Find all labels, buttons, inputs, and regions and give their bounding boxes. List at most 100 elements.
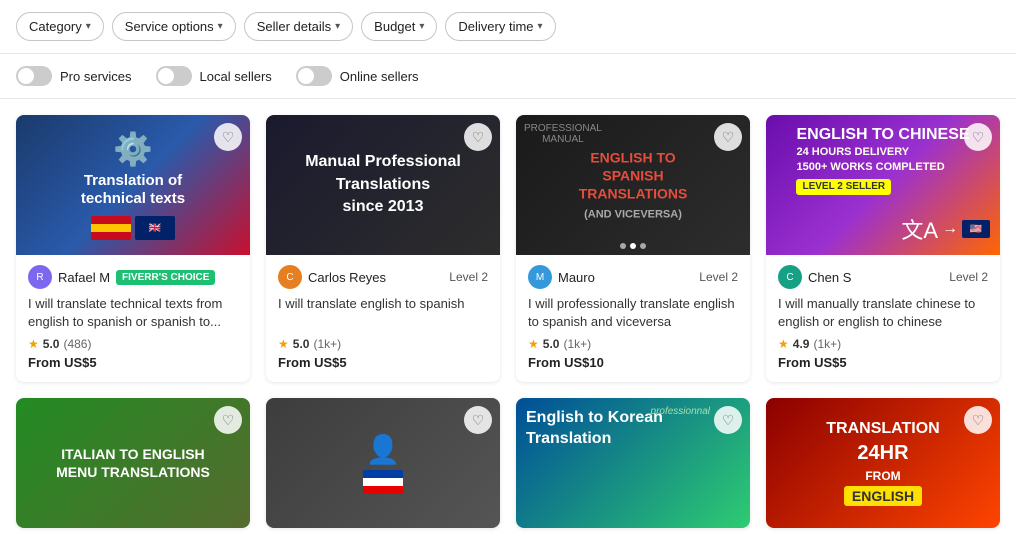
pro-services-label: Pro services	[60, 69, 132, 84]
price: From US$5	[28, 355, 238, 370]
gig-title: I will translate technical texts from en…	[28, 295, 238, 331]
chevron-down-icon: ▾	[86, 21, 91, 32]
seller-info: C Carlos Reyes Level 2	[278, 265, 488, 289]
card-image-6: 👤 ♡	[266, 398, 500, 528]
gig-title: I will professionally translate english …	[528, 295, 738, 331]
rating-value: 5.0	[543, 337, 560, 351]
card-image-7: English to Korean Translation profession…	[516, 398, 750, 528]
card-body: M Mauro Level 2 I will professionally tr…	[516, 255, 750, 382]
card-body: C Chen S Level 2 I will manually transla…	[766, 255, 1000, 382]
fiverrs-choice-badge: FIVERR'S CHOICE	[116, 270, 215, 285]
category-filter[interactable]: Category ▾	[16, 12, 104, 41]
card-body: R Rafael M FIVERR'S CHOICE I will transl…	[16, 255, 250, 382]
seller-level-badge: Level 2	[949, 270, 988, 284]
star-icon: ★	[528, 337, 539, 351]
rating: ★ 4.9 (1k+)	[778, 337, 988, 351]
card-image-3: PROFESSIONALMANUAL ENGLISH TO SPANISHTRA…	[516, 115, 750, 255]
avatar: C	[278, 265, 302, 289]
card-image-5: ITALIAN TO ENGLISHMENU TRANSLATIONS ♡	[16, 398, 250, 528]
avatar: M	[528, 265, 552, 289]
avatar: C	[778, 265, 802, 289]
rating-value: 4.9	[793, 337, 810, 351]
online-sellers-toggle-item: Online sellers	[296, 66, 419, 86]
review-count: (1k+)	[563, 337, 591, 351]
rating: ★ 5.0 (1k+)	[278, 337, 488, 351]
flag-cn: 🇺🇸	[962, 220, 990, 238]
rating: ★ 5.0 (486)	[28, 337, 238, 351]
online-sellers-label: Online sellers	[340, 69, 419, 84]
pro-services-toggle[interactable]	[16, 66, 52, 86]
gig-title: I will manually translate chinese to eng…	[778, 295, 988, 331]
local-sellers-label: Local sellers	[200, 69, 272, 84]
gig-card-7[interactable]: English to Korean Translation profession…	[516, 398, 750, 528]
gig-card-8[interactable]: TRANSLATION 24HR from ENGLISH ♡	[766, 398, 1000, 528]
seller-details-filter[interactable]: Seller details ▾	[244, 12, 353, 41]
seller-level-badge: Level 2	[449, 270, 488, 284]
star-icon: ★	[278, 337, 289, 351]
seller-info: R Rafael M FIVERR'S CHOICE	[28, 265, 238, 289]
professional-label: PROFESSIONALMANUAL	[524, 123, 602, 145]
local-sellers-toggle-item: Local sellers	[156, 66, 272, 86]
gig-card-1[interactable]: ⚙️ Translation oftechnical texts 🇬🇧 ♡ R …	[16, 115, 250, 382]
rating-value: 5.0	[293, 337, 310, 351]
rating: ★ 5.0 (1k+)	[528, 337, 738, 351]
seller-info: C Chen S Level 2	[778, 265, 988, 289]
budget-filter[interactable]: Budget ▾	[361, 12, 437, 41]
cards-grid: ⚙️ Translation oftechnical texts 🇬🇧 ♡ R …	[16, 115, 1000, 528]
english-label: ENGLISH	[844, 486, 922, 506]
spain-flag	[91, 216, 131, 240]
seller-name: Chen S	[808, 270, 851, 285]
wishlist-button[interactable]: ♡	[464, 123, 492, 151]
gig-card-5[interactable]: ITALIAN TO ENGLISHMENU TRANSLATIONS ♡	[16, 398, 250, 528]
chevron-down-icon: ▾	[538, 21, 543, 32]
person-icon: 👤	[363, 433, 403, 466]
review-count: (486)	[63, 337, 91, 351]
gig-card-4[interactable]: ENGLISH TO CHINESE 24 HOURS DELIVERY 150…	[766, 115, 1000, 382]
toggle-knob	[18, 68, 34, 84]
card-body: C Carlos Reyes Level 2 I will translate …	[266, 255, 500, 382]
wishlist-button[interactable]: ♡	[214, 123, 242, 151]
wishlist-button[interactable]: ♡	[964, 123, 992, 151]
card-overlay-text: ENGLISH TO SPANISHTRANSLATIONS(AND VICEV…	[575, 149, 692, 222]
star-icon: ★	[778, 337, 789, 351]
toggle-knob	[298, 68, 314, 84]
review-count: (1k+)	[313, 337, 341, 351]
gear-icon: ⚙️	[81, 130, 185, 168]
service-options-filter[interactable]: Service options ▾	[112, 12, 236, 41]
dot	[640, 243, 646, 249]
price: From US$5	[278, 355, 488, 370]
pro-services-toggle-item: Pro services	[16, 66, 132, 86]
seller-name: Rafael M	[58, 270, 110, 285]
wishlist-button[interactable]: ♡	[714, 123, 742, 151]
local-sellers-toggle[interactable]	[156, 66, 192, 86]
card-image-8: TRANSLATION 24HR from ENGLISH ♡	[766, 398, 1000, 528]
price: From US$5	[778, 355, 988, 370]
chevron-down-icon: ▾	[218, 21, 223, 32]
cards-section: ⚙️ Translation oftechnical texts 🇬🇧 ♡ R …	[0, 99, 1016, 544]
filter-bar: Category ▾ Service options ▾ Seller deta…	[0, 0, 1016, 54]
seller-level-badge: Level 2	[699, 270, 738, 284]
gig-card-2[interactable]: Manual ProfessionalTranslationssince 201…	[266, 115, 500, 382]
seller-info: M Mauro Level 2	[528, 265, 738, 289]
seller-name: Carlos Reyes	[308, 270, 386, 285]
rating-value: 5.0	[43, 337, 60, 351]
chevron-down-icon: ▾	[419, 21, 424, 32]
dot-active	[630, 243, 636, 249]
uk-flag: 🇬🇧	[135, 216, 175, 240]
online-sellers-toggle[interactable]	[296, 66, 332, 86]
star-icon: ★	[28, 337, 39, 351]
slovakia-flag	[363, 470, 403, 494]
gig-card-6[interactable]: 👤 ♡	[266, 398, 500, 528]
translate-icon: 文A	[901, 213, 938, 245]
gig-title: I will translate english to spanish	[278, 295, 488, 331]
card-image-4: ENGLISH TO CHINESE 24 HOURS DELIVERY 150…	[766, 115, 1000, 255]
gig-card-3[interactable]: PROFESSIONALMANUAL ENGLISH TO SPANISHTRA…	[516, 115, 750, 382]
chevron-down-icon: ▾	[335, 21, 340, 32]
card-image-2: Manual ProfessionalTranslationssince 201…	[266, 115, 500, 255]
avatar: R	[28, 265, 52, 289]
card-image-1: ⚙️ Translation oftechnical texts 🇬🇧 ♡	[16, 115, 250, 255]
price: From US$10	[528, 355, 738, 370]
toggle-bar: Pro services Local sellers Online seller…	[0, 54, 1016, 99]
dot	[620, 243, 626, 249]
delivery-time-filter[interactable]: Delivery time ▾	[445, 12, 555, 41]
